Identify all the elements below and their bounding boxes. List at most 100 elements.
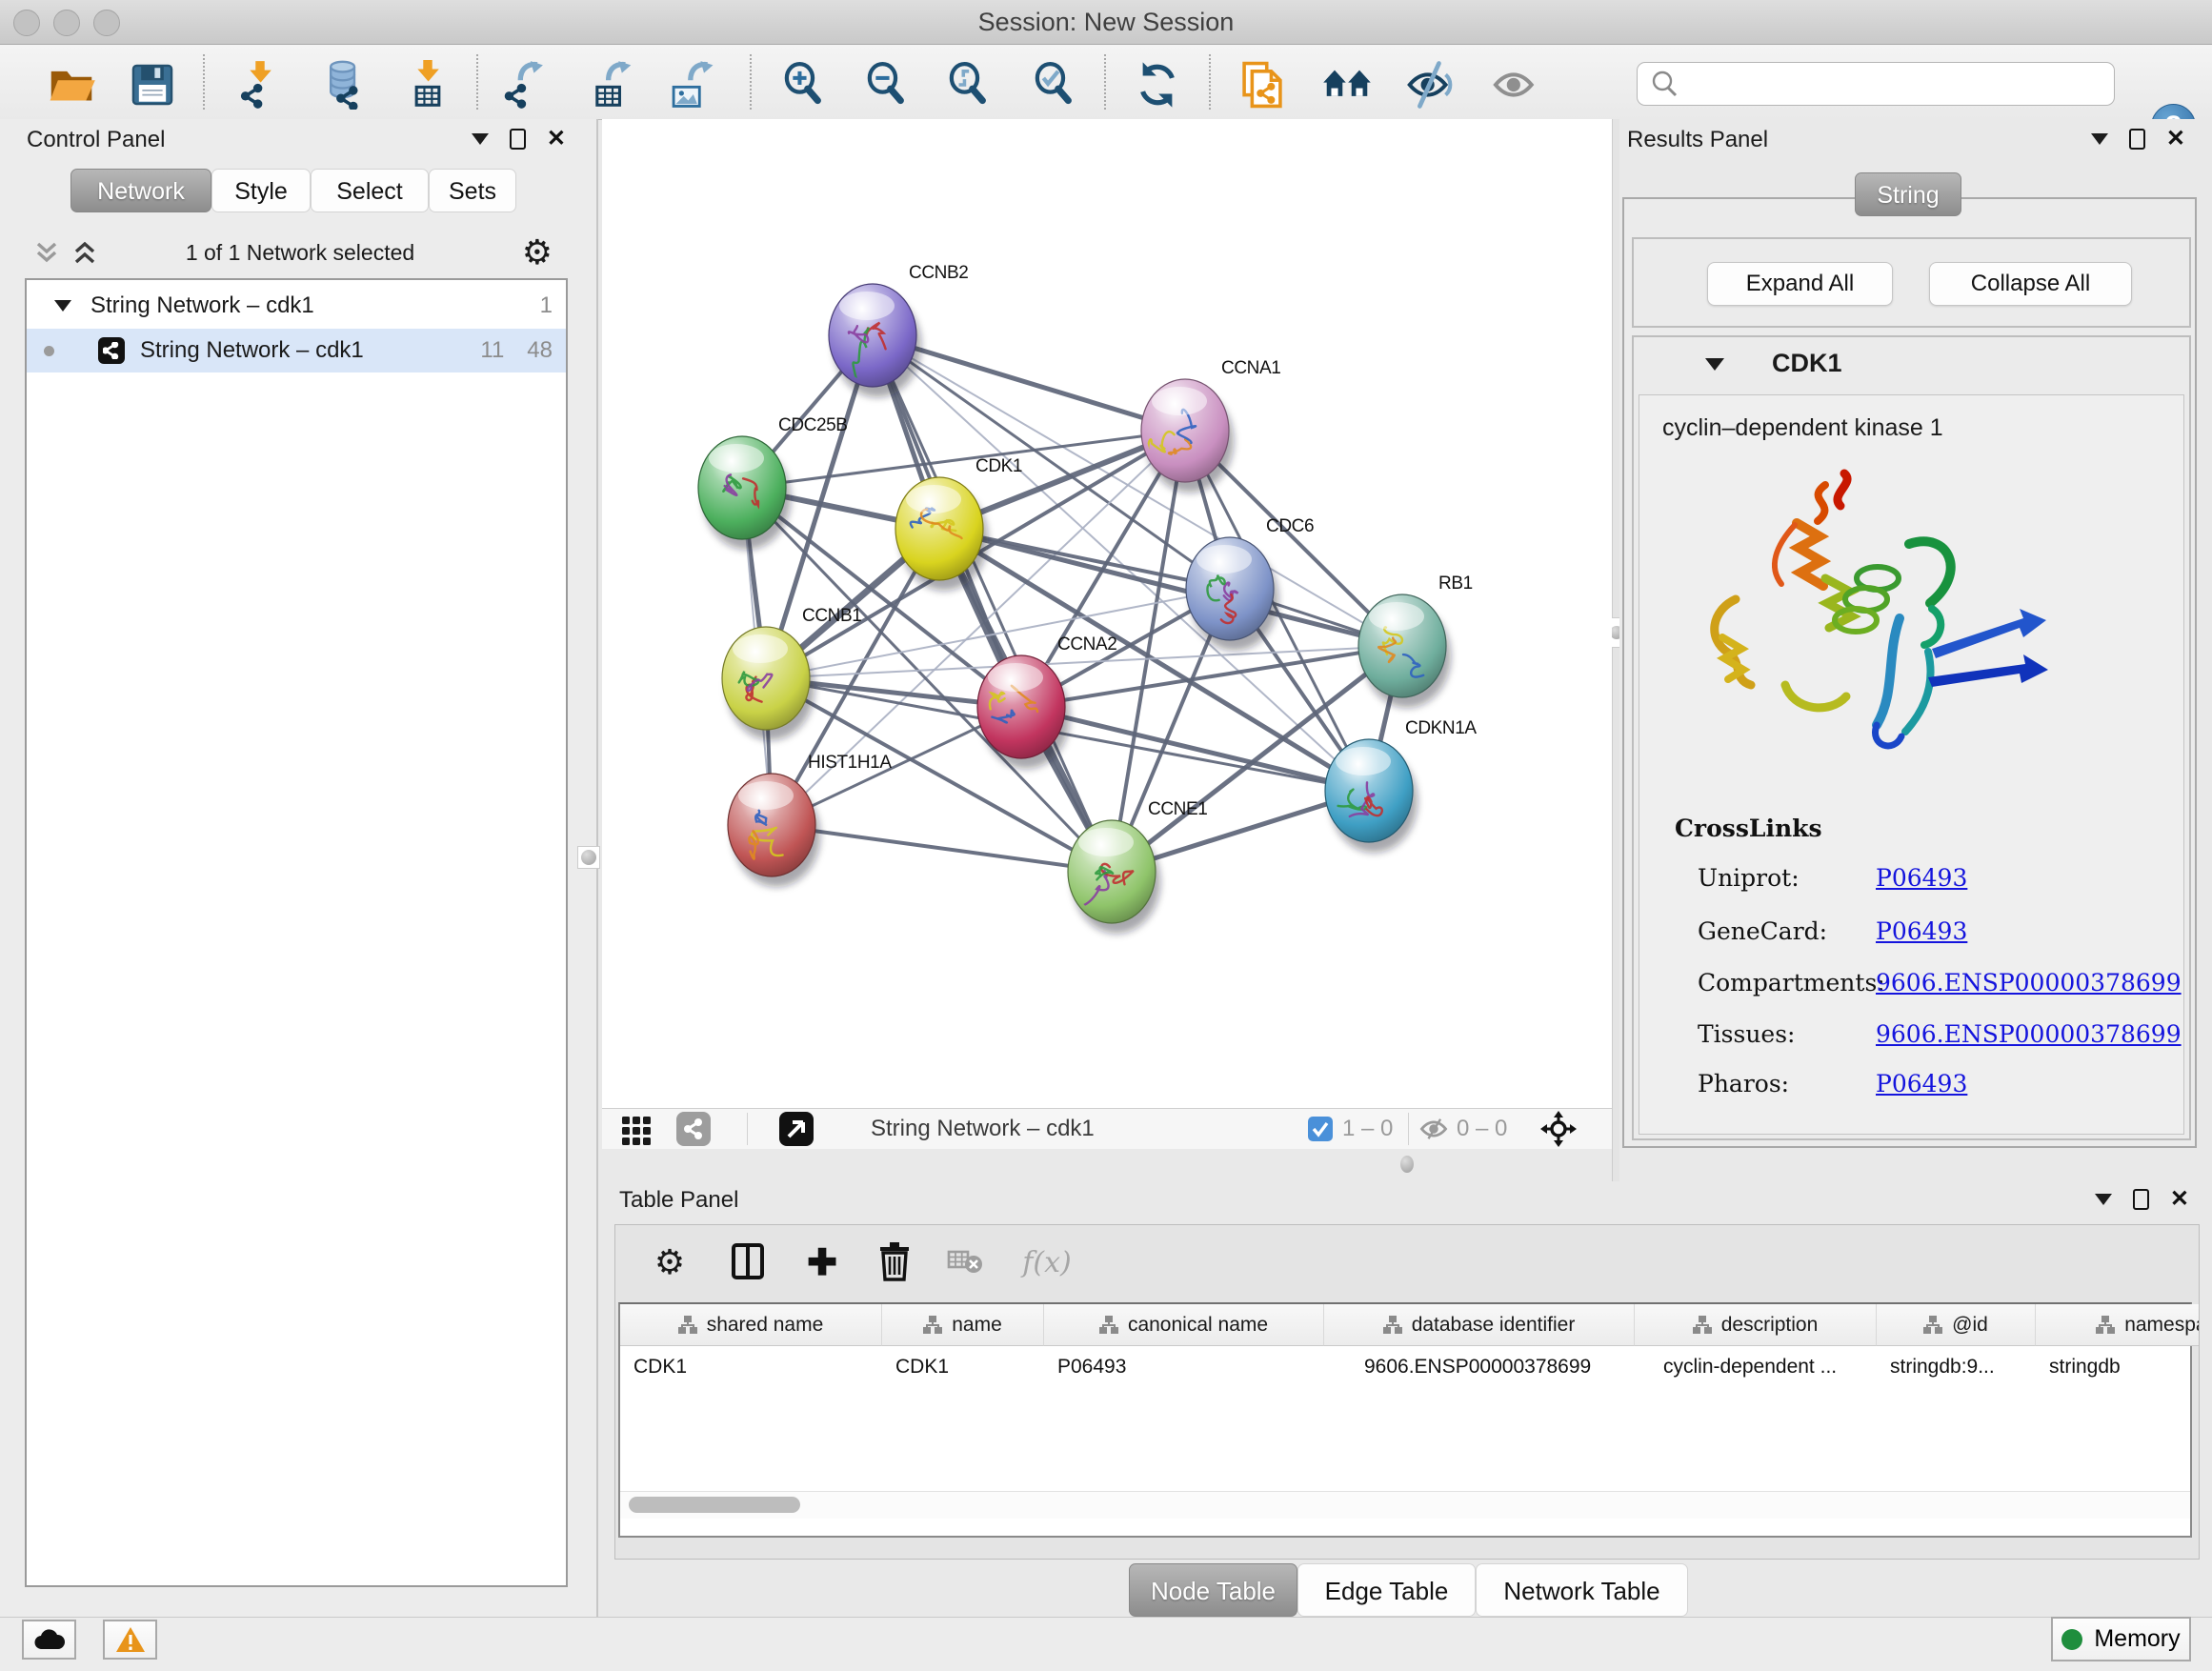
new-network-from-selection-icon	[1237, 60, 1287, 110]
scrollbar-thumb[interactable]	[629, 1497, 800, 1513]
tab-edge-table[interactable]: Edge Table	[1297, 1563, 1476, 1617]
table-row-cell[interactable]: CDK1	[882, 1346, 1044, 1388]
crosslink-label: Tissues:	[1698, 1020, 1795, 1048]
column-header[interactable]: name	[882, 1304, 1044, 1346]
shared-column-icon	[2096, 1316, 2115, 1334]
grid-icon[interactable]	[619, 1112, 654, 1146]
import-table-from-file-button[interactable]	[401, 58, 454, 108]
show-all-button[interactable]	[1488, 58, 1541, 108]
expand-all-icon[interactable]	[70, 239, 99, 268]
panel-float-icon[interactable]	[2133, 1189, 2149, 1210]
table-row-cell[interactable]: stringdb:9...	[1877, 1346, 2036, 1388]
table-settings-button[interactable]: ⚙	[640, 1237, 699, 1288]
crosslink-link[interactable]: P06493	[1876, 864, 1967, 892]
crosslink-link[interactable]: 9606.ENSP00000378699	[1876, 969, 2182, 997]
tab-network-table[interactable]: Network Table	[1476, 1563, 1688, 1617]
export-table-button[interactable]	[584, 58, 637, 108]
toolbar-separator	[203, 54, 205, 110]
selected-checkbox-icon[interactable]	[1308, 1117, 1333, 1141]
function-builder-button[interactable]: f(x)	[1004, 1237, 1090, 1288]
tab-style[interactable]: Style	[211, 169, 311, 212]
network-collection-row[interactable]: String Network – cdk1 1	[27, 284, 566, 328]
share-view-icon[interactable]	[676, 1112, 711, 1146]
column-header[interactable]: shared name	[620, 1304, 882, 1346]
open-session-button[interactable]	[45, 58, 98, 108]
table-row-cell[interactable]: P06493	[1044, 1346, 1324, 1388]
search-icon	[1651, 70, 1679, 98]
network-canvas[interactable]: CCNB2CCNA1CDC25BCDK1CDC6RB1CCNB1CCNA2CDK…	[602, 119, 1612, 1108]
tab-node-table[interactable]: Node Table	[1129, 1563, 1297, 1617]
column-header[interactable]: @id	[1877, 1304, 2036, 1346]
panel-menu-icon[interactable]	[2095, 1194, 2112, 1205]
node-gloss	[738, 781, 794, 810]
network-graph[interactable]: CCNB2CCNA1CDC25BCDK1CDC6RB1CCNB1CCNA2CDK…	[602, 119, 1612, 1108]
create-column-button[interactable]: ✚	[793, 1237, 852, 1288]
network-edge[interactable]	[772, 825, 1112, 872]
network-node-label: CDC25B	[778, 415, 848, 435]
panel-float-icon[interactable]	[510, 129, 526, 150]
section-collapse-icon[interactable]	[1705, 358, 1724, 371]
crosslink-link[interactable]: P06493	[1876, 917, 1967, 945]
new-network-from-selection-button[interactable]	[1236, 58, 1289, 108]
refresh-button[interactable]	[1131, 58, 1184, 108]
table-horizontal-scrollbar[interactable]	[620, 1491, 2190, 1519]
table-row-cell[interactable]: 9606.ENSP00000378699	[1324, 1346, 1635, 1388]
panel-menu-icon[interactable]	[2091, 133, 2108, 145]
tab-sets[interactable]: Sets	[429, 169, 516, 212]
column-header[interactable]: canonical name	[1044, 1304, 1324, 1346]
column-header[interactable]: database identifier	[1324, 1304, 1635, 1346]
table-row-cell[interactable]: CDK1	[620, 1346, 882, 1388]
birdseye-icon[interactable]	[779, 1112, 814, 1146]
save-session-button[interactable]	[126, 58, 179, 108]
left-splitter-grip[interactable]	[577, 846, 600, 869]
expand-all-button[interactable]: Expand All	[1707, 262, 1893, 306]
table-row-cell[interactable]: cyclin-dependent ...	[1635, 1346, 1877, 1388]
crosshair-icon[interactable]	[1540, 1111, 1577, 1147]
selected-count: 1 – 0	[1342, 1116, 1393, 1142]
network-edge[interactable]	[873, 335, 1112, 872]
crosslink-link[interactable]: P06493	[1876, 1070, 1967, 1097]
hide-selection-button[interactable]	[1403, 58, 1457, 108]
panel-float-icon[interactable]	[2129, 129, 2145, 150]
network-edge[interactable]	[1021, 707, 1369, 791]
horizontal-splitter-grip[interactable]	[1400, 1156, 1414, 1173]
zoom-fit-button[interactable]	[941, 58, 995, 108]
import-network-from-file-button[interactable]	[233, 58, 287, 108]
warning-button[interactable]	[103, 1620, 157, 1660]
panel-close-icon[interactable]: ✕	[547, 130, 566, 149]
crosslink-label: Uniprot:	[1698, 864, 1800, 892]
memory-button[interactable]: Memory	[2051, 1617, 2191, 1661]
collapse-all-icon[interactable]	[32, 239, 61, 268]
cloud-button[interactable]	[22, 1620, 76, 1660]
export-image-button[interactable]	[665, 58, 718, 108]
panel-menu-icon[interactable]	[472, 133, 489, 145]
crosslink-label: GeneCard:	[1698, 917, 1827, 945]
delete-table-button[interactable]	[935, 1237, 995, 1288]
zoom-in-button[interactable]	[776, 58, 830, 108]
zoom-selected-button[interactable]	[1027, 58, 1080, 108]
title-bar: Session: New Session	[0, 0, 2212, 45]
results-panel: Results Panel ✕ String Expand All Collap…	[1619, 119, 2212, 1181]
panel-close-icon[interactable]: ✕	[2170, 1190, 2189, 1209]
tree-collapse-icon[interactable]	[54, 300, 71, 312]
collapse-all-button[interactable]: Collapse All	[1929, 262, 2132, 306]
export-network-button[interactable]	[498, 58, 552, 108]
window-title: Session: New Session	[0, 8, 2212, 37]
tab-string[interactable]: String	[1855, 172, 1961, 216]
column-header[interactable]: description	[1635, 1304, 1877, 1346]
zoom-out-button[interactable]	[859, 58, 913, 108]
search-input[interactable]	[1687, 66, 2114, 102]
first-neighbors-button[interactable]	[1320, 58, 1374, 108]
tab-network[interactable]: Network	[70, 169, 211, 212]
gear-icon[interactable]: ⚙	[522, 235, 553, 270]
table-row-cell[interactable]: stringdb	[2036, 1346, 2200, 1388]
import-network-from-database-button[interactable]	[315, 58, 369, 108]
network-row-selected[interactable]: String Network – cdk1 11 48	[27, 329, 566, 372]
show-columns-button[interactable]	[718, 1237, 777, 1288]
delete-column-button[interactable]	[865, 1237, 924, 1288]
crosslink-link[interactable]: 9606.ENSP00000378699	[1876, 1020, 2182, 1048]
column-header[interactable]: namespace	[2036, 1304, 2200, 1346]
cloud-icon	[33, 1628, 66, 1651]
panel-close-icon[interactable]: ✕	[2166, 130, 2185, 149]
tab-select[interactable]: Select	[311, 169, 429, 212]
